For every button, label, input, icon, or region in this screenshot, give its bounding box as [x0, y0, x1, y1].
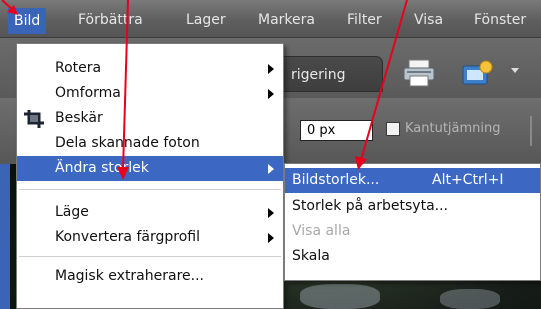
bild-menu: Rotera Omforma Beskär Dela skannade foto… [16, 43, 284, 309]
chevron-down-icon[interactable] [511, 68, 519, 73]
submenu-arrow-icon [268, 164, 274, 174]
sky-patch [300, 284, 380, 309]
crop-icon [24, 110, 44, 128]
submenu-arrow-icon [268, 233, 274, 243]
menu-forbattra[interactable]: Förbättra [78, 11, 143, 29]
menu-item-label: Ändra storlek [55, 160, 149, 176]
andra-storlek-submenu: Bildstorlek... Alt+Ctrl+I Storlek på arb… [284, 163, 541, 281]
submenu-arrow-icon [268, 208, 274, 218]
submenu-item-bildstorlek[interactable]: Bildstorlek... Alt+Ctrl+I [285, 168, 540, 193]
menu-item-label: Dela skannade foton [55, 135, 200, 151]
menu-item-label: Omforma [55, 85, 121, 101]
menu-item-label: Skala [292, 248, 330, 264]
menu-item-label: Bildstorlek... [292, 172, 380, 188]
antialias-checkbox[interactable] [386, 122, 400, 136]
menu-lager[interactable]: Lager [186, 11, 226, 29]
canvas-edge [0, 164, 10, 309]
menu-separator [19, 256, 281, 257]
submenu-arrow-icon [268, 64, 274, 74]
menu-item-label: Visa alla [292, 223, 351, 239]
menu-item-label: Läge [55, 204, 89, 220]
menu-item-label: Beskär [55, 110, 103, 126]
menu-item-label: Magisk extraherare... [55, 268, 204, 284]
antialias-label: Kantutjämning [405, 121, 501, 136]
toolbar-divider [530, 116, 532, 146]
submenu-item-visa-alla: Visa alla [285, 219, 540, 244]
menu-separator [19, 189, 281, 190]
menu-item-shortcut: Alt+Ctrl+I [432, 172, 504, 188]
menu-item-label: Konvertera färgprofil [55, 229, 200, 245]
menu-bild[interactable]: Bild [8, 8, 47, 34]
menu-markera[interactable]: Markera [258, 11, 315, 29]
menu-item-lage[interactable]: Läge [17, 200, 283, 225]
menu-item-andra-storlek[interactable]: Ändra storlek [17, 156, 283, 181]
submenu-item-skala[interactable]: Skala [285, 244, 540, 269]
workspace-tab-label: rigering [291, 67, 346, 83]
menu-item-magisk-extraherare[interactable]: Magisk extraherare... [17, 264, 283, 289]
menu-bar: Bild Förbättra Lager Markera Filter Visa… [0, 0, 541, 38]
share-icon[interactable] [459, 58, 495, 88]
menu-item-dela-skannade-foton[interactable]: Dela skannade foton [17, 131, 283, 156]
menu-filter[interactable]: Filter [347, 11, 382, 29]
sky-patch [440, 289, 500, 309]
workspace-tab[interactable]: rigering [278, 56, 383, 92]
menu-item-omforma[interactable]: Omforma [17, 81, 283, 106]
menu-item-label: Rotera [55, 60, 102, 76]
submenu-item-storlek-pa-arbetsyta[interactable]: Storlek på arbetsyta... [285, 194, 540, 219]
menu-fonster[interactable]: Fönster [474, 11, 526, 29]
menu-visa[interactable]: Visa [414, 11, 443, 29]
printer-icon[interactable] [401, 58, 437, 88]
menu-item-rotera[interactable]: Rotera [17, 56, 283, 81]
menu-item-beskar[interactable]: Beskär [17, 106, 283, 131]
menu-item-konvertera-fargprofil[interactable]: Konvertera färgprofil [17, 225, 283, 250]
submenu-arrow-icon [268, 89, 274, 99]
menu-item-label: Storlek på arbetsyta... [292, 198, 448, 214]
feather-input[interactable]: 0 px [300, 120, 373, 141]
